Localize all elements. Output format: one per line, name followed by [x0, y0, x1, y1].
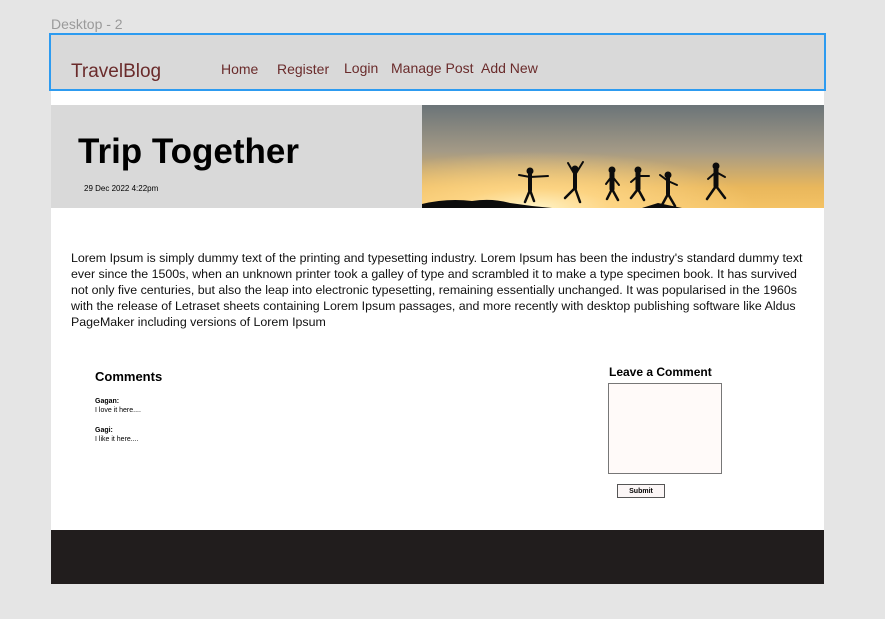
frame-label: Desktop - 2	[51, 16, 123, 32]
article-body: Lorem Ipsum is simply dummy text of the …	[71, 251, 803, 329]
nav-manage-post[interactable]: Manage Post	[391, 60, 474, 76]
post-date: 29 Dec 2022 4:22pm	[84, 184, 159, 193]
leave-comment-heading: Leave a Comment	[609, 365, 712, 379]
comment-item: Gagan: I love it here....	[95, 397, 141, 415]
hero-text-panel: Trip Together 29 Dec 2022 4:22pm	[51, 105, 422, 208]
navbar: TravelBlog Home Register Login Manage Po…	[49, 33, 826, 91]
sunset-silhouettes-image	[422, 105, 824, 208]
comment-text: I love it here....	[95, 407, 141, 414]
comment-text: I like it here....	[95, 436, 139, 443]
submit-button[interactable]: Submit	[617, 484, 665, 498]
hero-photo	[422, 105, 824, 208]
hero-banner: Trip Together 29 Dec 2022 4:22pm	[51, 105, 824, 208]
comment-textarea[interactable]	[608, 383, 722, 474]
nav-add-new[interactable]: Add New	[481, 60, 538, 76]
nav-home[interactable]: Home	[221, 61, 258, 77]
footer	[51, 530, 824, 584]
brand-logo[interactable]: TravelBlog	[71, 61, 161, 83]
comment-author: Gagan:	[95, 398, 120, 405]
nav-login[interactable]: Login	[344, 60, 378, 76]
blog-page: TravelBlog Home Register Login Manage Po…	[49, 33, 826, 584]
post-title: Trip Together	[78, 132, 300, 171]
comments-heading: Comments	[95, 369, 163, 384]
nav-register[interactable]: Register	[277, 61, 329, 77]
comment-author: Gagi:	[95, 427, 113, 434]
comment-item: Gagi: I like it here....	[95, 426, 139, 444]
